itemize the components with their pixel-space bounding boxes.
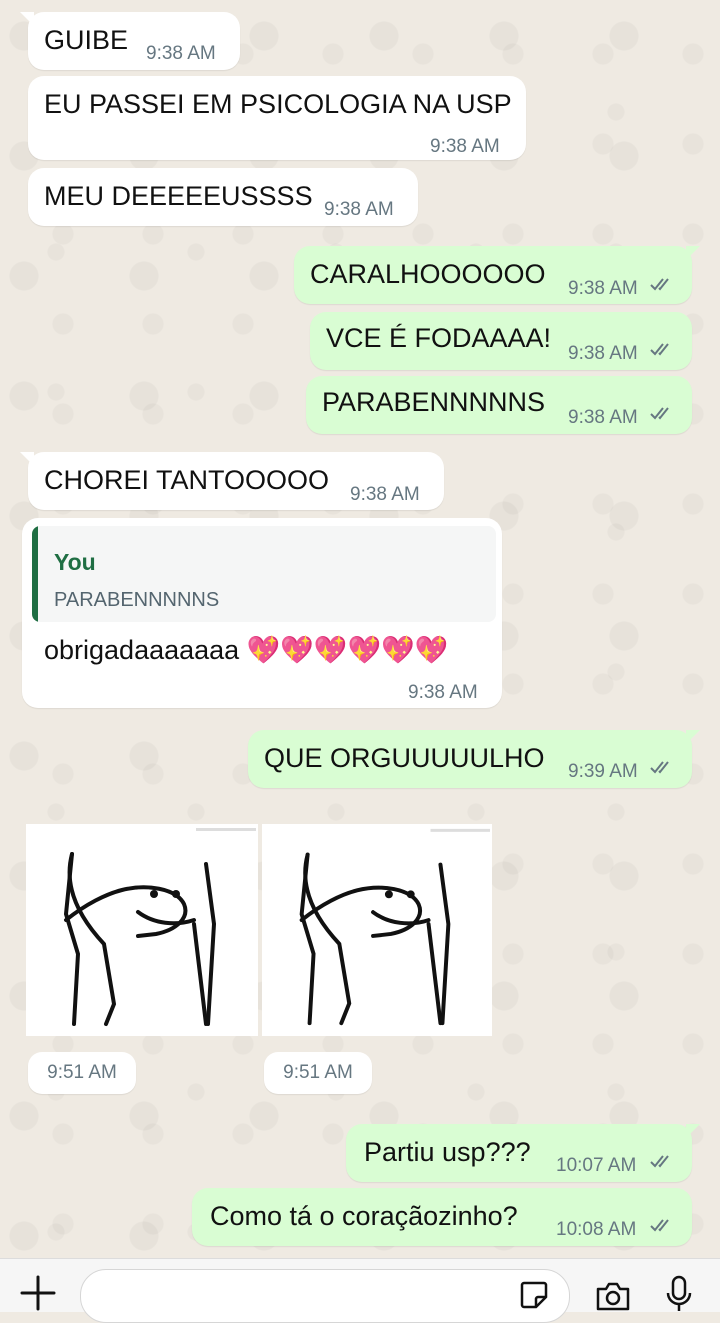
chat-area[interactable]: GUIBE 9:38 AM EU PASSEI EM PSICOLOGIA NA… — [0, 0, 720, 1258]
message-text: VCE É FODAAAA! — [326, 323, 552, 353]
message-text: PARABENNNNNS — [322, 387, 546, 417]
message-time: 9:38 AM — [568, 278, 638, 299]
message-text: CARALHOOOOOO — [310, 259, 546, 289]
quote-accent-bar — [32, 526, 38, 622]
sticker-time: 9:51 AM — [28, 1052, 136, 1094]
message-outgoing[interactable]: VCE É FODAAAA! 9:38 AM — [310, 312, 692, 370]
message-text: MEU DEEEEEUSSSS — [44, 181, 313, 211]
bubble-tail — [20, 12, 34, 26]
message-time: 9:38 AM — [568, 407, 638, 428]
sticker-icon[interactable] — [518, 1279, 550, 1311]
plus-icon[interactable] — [18, 1273, 58, 1313]
message-text: obrigadaaaaaaa 💖💖💖💖💖💖 — [44, 635, 449, 665]
message-time: 9:38 AM — [568, 343, 638, 364]
message-time: 9:38 AM — [146, 43, 216, 64]
flork-arms-up-icon — [299, 828, 491, 1026]
read-double-check-icon — [650, 1155, 669, 1168]
bubble-tail — [686, 246, 700, 260]
camera-icon[interactable] — [594, 1279, 632, 1311]
message-text: Como tá o coraçãozinho? — [210, 1201, 518, 1231]
message-text: QUE ORGUUUUULHO — [264, 743, 545, 773]
message-text: CHOREI TANTOOOOO — [44, 465, 330, 495]
quote-author: You — [54, 549, 96, 575]
read-double-check-icon — [650, 407, 669, 420]
message-text: GUIBE — [44, 25, 129, 55]
message-outgoing[interactable]: CARALHOOOOOO 9:38 AM — [294, 246, 700, 304]
message-incoming[interactable]: CHOREI TANTOOOOO 9:38 AM — [20, 452, 444, 510]
read-double-check-icon — [650, 343, 669, 356]
message-input-bar — [0, 1258, 720, 1323]
message-time: 9:39 AM — [568, 761, 638, 782]
message-time: 10:08 AM — [556, 1219, 637, 1240]
message-outgoing[interactable]: Partiu usp??? 10:07 AM — [346, 1124, 700, 1182]
message-text: EU PASSEI EM PSICOLOGIA NA USP — [44, 89, 512, 119]
message-outgoing[interactable]: PARABENNNNNS 9:38 AM — [306, 376, 692, 434]
message-incoming[interactable]: GUIBE 9:38 AM — [20, 12, 240, 70]
flork-arms-up-sticker[interactable] — [262, 824, 492, 1036]
read-double-check-icon — [650, 761, 669, 774]
message-text: Partiu usp??? — [364, 1137, 531, 1167]
quoted-message[interactable]: You PARABENNNNNS — [32, 526, 496, 622]
message-outgoing[interactable]: QUE ORGUUUUULHO 9:39 AM — [248, 730, 700, 788]
message-incoming[interactable]: EU PASSEI EM PSICOLOGIA NA USP 9:38 AM — [28, 76, 526, 160]
read-double-check-icon — [650, 1219, 669, 1232]
message-time: 9:38 AM — [430, 136, 500, 157]
message-incoming-reply[interactable]: You PARABENNNNNS obrigadaaaaaaa 💖💖💖💖💖💖 9… — [22, 518, 502, 708]
read-double-check-icon — [650, 278, 669, 291]
message-input[interactable] — [80, 1269, 570, 1323]
bubble-tail — [686, 1124, 700, 1138]
message-time: 10:07 AM — [556, 1155, 637, 1176]
message-outgoing[interactable]: Como tá o coraçãozinho? 10:08 AM — [192, 1188, 692, 1246]
message-time: 9:38 AM — [408, 682, 478, 703]
message-time: 9:38 AM — [350, 484, 420, 505]
flork-arms-up-sticker[interactable] — [26, 824, 258, 1036]
bubble-tail — [20, 452, 34, 466]
bubble-tail — [686, 730, 700, 744]
message-time: 9:38 AM — [324, 199, 394, 220]
message-incoming[interactable]: MEU DEEEEEUSSSS 9:38 AM — [28, 168, 418, 226]
flork-arms-up-icon — [63, 828, 256, 1026]
microphone-icon[interactable] — [666, 1275, 692, 1313]
quote-text: PARABENNNNNS — [54, 589, 220, 611]
sticker-time: 9:51 AM — [264, 1052, 372, 1094]
